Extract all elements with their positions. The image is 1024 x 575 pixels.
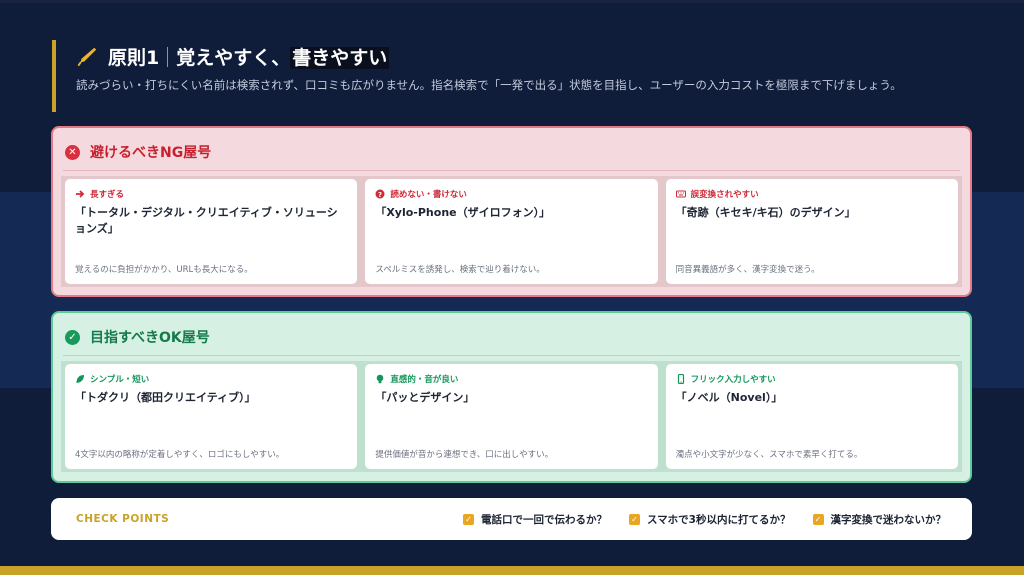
keyboard-icon bbox=[675, 190, 686, 198]
title-plain: 覚えやすく、 bbox=[176, 46, 291, 69]
svg-text:?: ? bbox=[378, 191, 382, 199]
ok-card: シンプル・短い 「トダクリ（都田クリエイティブ）」 4文字以内の略称が定着しやす… bbox=[65, 364, 358, 469]
card-name: 「Xylo-Phone（ザイロフォン）」 bbox=[375, 206, 551, 219]
title-main: 原則1 bbox=[108, 46, 160, 69]
card-description: 濁点や小文字が少なく、スマホで素早く打てる。 bbox=[675, 450, 863, 460]
ng-card-list: 長すぎる 「トータル・デジタル・クリエイティブ・ソリューションズ」 覚えるのに負… bbox=[61, 176, 962, 287]
card-tag: ? 読めない・書けない bbox=[375, 188, 647, 200]
checkbox-icon: ✓ bbox=[463, 513, 474, 525]
card-tag: 誤変換されやすい bbox=[675, 188, 948, 200]
ng-panel-header: ✕ 避けるべきNG屋号 bbox=[65, 140, 211, 164]
leaf-icon bbox=[76, 375, 84, 383]
checkpoints-label: CHECK POINTS bbox=[76, 513, 170, 525]
card-tag: 直感的・音が良い bbox=[375, 373, 647, 385]
checkpoints-list: ✓ 電話口で一回で伝わるか？ ✓ スマホで3秒以内に打てるか？ ✓ 漢字変換で迷… bbox=[441, 512, 946, 527]
card-name: 「奇跡（キセキ/キ石）のデザイン」 bbox=[675, 206, 856, 219]
card-tag: フリック入力しやすい bbox=[676, 373, 948, 385]
lightbulb-icon bbox=[377, 374, 384, 384]
card-description: スペルミスを誘発し、検索で辿り着けない。 bbox=[375, 265, 545, 275]
card-tag-label: 読めない・書けない bbox=[390, 190, 467, 200]
ng-card: ? 読めない・書けない 「Xylo-Phone（ザイロフォン）」 スペルミスを誘… bbox=[365, 179, 658, 284]
card-tag-label: 誤変換されやすい bbox=[690, 190, 759, 200]
checkpoint-text: スマホで3秒以内に打てるか？ bbox=[647, 513, 791, 526]
ok-card-list: シンプル・短い 「トダクリ（都田クリエイティブ）」 4文字以内の略称が定着しやす… bbox=[61, 361, 962, 472]
question-circle-icon: ? bbox=[375, 189, 385, 199]
arrow-right-icon bbox=[76, 190, 85, 198]
card-name: 「トータル・デジタル・クリエイティブ・ソリューションズ」 bbox=[75, 206, 338, 235]
ok-panel: ✓ 目指すべきOK屋号 シンプル・短い 「トダクリ（都田クリエイティブ）」 4文… bbox=[51, 311, 972, 483]
card-name: 「パッとデザイン」 bbox=[375, 391, 475, 404]
card-tag-label: 長すぎる bbox=[90, 190, 125, 200]
card-tag-label: 直感的・音が良い bbox=[390, 375, 459, 385]
checkpoints-bar: CHECK POINTS ✓ 電話口で一回で伝わるか？ ✓ スマホで3秒以内に打… bbox=[51, 498, 972, 540]
checkpoint-text: 漢字変換で迷わないか？ bbox=[830, 513, 947, 526]
card-tag: 長すぎる bbox=[75, 188, 347, 200]
card-description: 提供価値が音から連想でき、口に出しやすい。 bbox=[375, 450, 554, 460]
page-subtitle: 読みづらい・打ちにくい名前は検索されず、口コミも広がりません。指名検索で「一発で… bbox=[76, 78, 902, 92]
divider bbox=[63, 355, 960, 356]
checkbox-icon: ✓ bbox=[812, 513, 824, 525]
page-title: 原則1 覚えやすく、 書きやすい bbox=[108, 43, 390, 70]
title-highlight: 書きやすい bbox=[290, 46, 390, 69]
header-accent-bar bbox=[52, 40, 56, 112]
card-name: 「ノベル（Novel）」 bbox=[675, 391, 783, 404]
ng-card: 誤変換されやすい 「奇跡（キセキ/キ石）のデザイン」 同音異義語が多く、漢字変換… bbox=[665, 179, 958, 284]
card-tag-label: シンプル・短い bbox=[90, 375, 150, 385]
top-bar bbox=[0, 0, 1024, 3]
ok-card: 直感的・音が良い 「パッとデザイン」 提供価値が音から連想でき、口に出しやすい。 bbox=[365, 364, 658, 469]
card-description: 同音異義語が多く、漢字変換で迷う。 bbox=[675, 265, 820, 275]
card-name: 「トダクリ（都田クリエイティブ）」 bbox=[75, 391, 256, 404]
card-description: 4文字以内の略称が定着しやすく、ロゴにもしやすい。 bbox=[75, 450, 285, 460]
ok-panel-title: 目指すべきOK屋号 bbox=[90, 330, 210, 346]
card-description: 覚えるのに負担がかかり、URLも長大になる。 bbox=[75, 265, 253, 275]
slide-header: 原則1 覚えやすく、 書きやすい 読みづらい・打ちにくい名前は検索されず、口コミも広… bbox=[52, 40, 982, 112]
checkpoint-item: ✓ 電話口で一回で伝わるか？ bbox=[463, 512, 607, 527]
bottom-accent-bar bbox=[0, 566, 1024, 575]
title-row: 原則1 覚えやすく、 書きやすい bbox=[76, 42, 390, 70]
smartphone-icon bbox=[677, 374, 684, 384]
checkbox-icon: ✓ bbox=[629, 513, 640, 525]
ok-card: フリック入力しやすい 「ノベル（Novel）」 濁点や小文字が少なく、スマホで素… bbox=[665, 364, 958, 469]
ng-panel-title: 避けるべきNG屋号 bbox=[90, 145, 212, 161]
title-separator bbox=[167, 46, 169, 67]
check-circle-icon: ✓ bbox=[65, 329, 80, 345]
checkpoint-item: ✓ 漢字変換で迷わないか？ bbox=[812, 512, 947, 527]
x-circle-icon: ✕ bbox=[65, 144, 80, 160]
checkpoint-item: ✓ スマホで3秒以内に打てるか？ bbox=[629, 512, 791, 527]
divider bbox=[63, 170, 960, 171]
ng-card: 長すぎる 「トータル・デジタル・クリエイティブ・ソリューションズ」 覚えるのに負… bbox=[65, 179, 358, 284]
card-tag-label: フリック入力しやすい bbox=[690, 375, 776, 385]
ok-panel-header: ✓ 目指すべきOK屋号 bbox=[65, 325, 210, 349]
card-tag: シンプル・短い bbox=[75, 373, 347, 385]
pen-icon bbox=[77, 47, 97, 67]
checkpoint-text: 電話口で一回で伝わるか？ bbox=[481, 513, 607, 526]
ng-panel: ✕ 避けるべきNG屋号 長すぎる 「トータル・デジタル・クリエイティブ・ソリュー… bbox=[51, 126, 972, 297]
